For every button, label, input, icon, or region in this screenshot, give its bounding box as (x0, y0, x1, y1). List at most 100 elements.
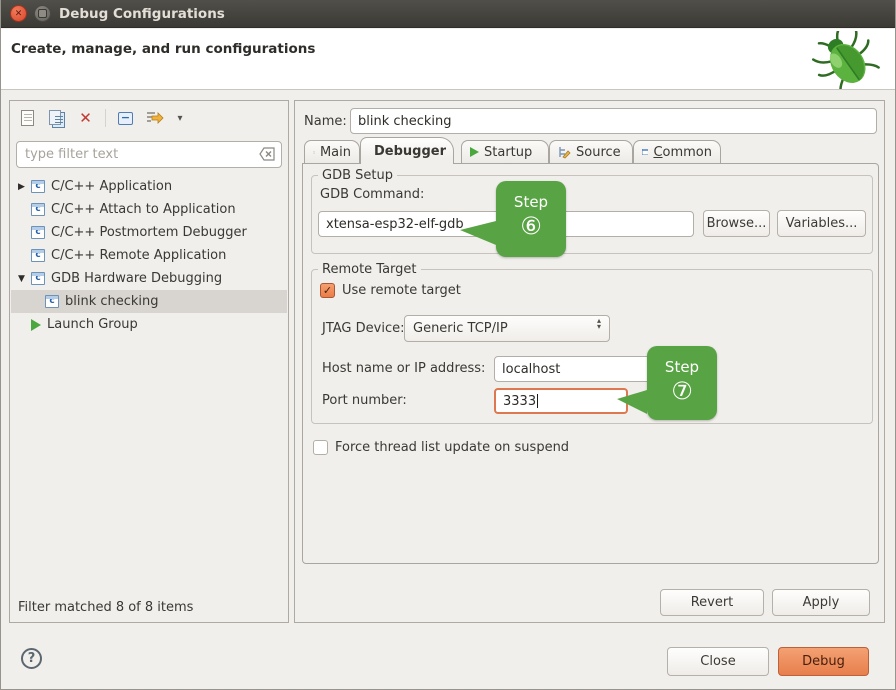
port-input[interactable]: 3333 (494, 388, 628, 414)
tree-item-label: C/C++ Application (51, 179, 172, 194)
launch-group-icon (31, 319, 41, 331)
configurations-panel: ✕ − ▾ ▶ c C/C++ Application (9, 100, 289, 623)
jtag-device-combo[interactable]: Generic TCP/IP ▴▾ (404, 315, 610, 342)
revert-button[interactable]: Revert (660, 589, 764, 616)
tree-item-cpp-attach[interactable]: c C/C++ Attach to Application (11, 198, 287, 221)
tree-item-label: Launch Group (47, 317, 138, 332)
source-tab-icon (558, 146, 571, 159)
gdb-setup-group: GDB Setup GDB Command: Browse... Variabl… (311, 168, 873, 254)
tree-item-blink-checking[interactable]: c blink checking (11, 290, 287, 313)
callout-step-number: ⑥ (496, 211, 566, 241)
tree-item-cpp-application[interactable]: ▶ c C/C++ Application (11, 175, 287, 198)
tab-label: Debugger (374, 144, 446, 159)
duplicate-icon (52, 112, 65, 128)
force-thread-checkbox[interactable] (313, 440, 328, 455)
window-maximize-button[interactable] (34, 5, 51, 22)
filter-match-status: Filter matched 8 of 8 items (18, 600, 193, 615)
debug-button[interactable]: Debug (778, 647, 869, 676)
twisty-expanded-icon[interactable]: ▼ (18, 274, 25, 284)
c-application-icon: c (31, 226, 45, 239)
chevron-down-icon: ▾ (177, 113, 182, 124)
port-label: Port number: (322, 393, 407, 408)
delete-configuration-button[interactable]: ✕ (76, 109, 95, 128)
jtag-device-label: JTAG Device: (322, 321, 404, 336)
tab-label: Source (576, 145, 621, 160)
tab-label: Common (653, 145, 712, 160)
delete-icon: ✕ (79, 111, 92, 126)
window-close-button[interactable]: ✕ (10, 5, 27, 22)
titlebar[interactable]: ✕ Debug Configurations (1, 0, 896, 28)
check-icon: ✓ (323, 284, 332, 297)
collapse-all-icon: − (118, 112, 133, 125)
host-input[interactable] (494, 356, 664, 382)
callout-arrow-left-icon (617, 390, 647, 414)
configuration-detail-panel: Name: Main Debugger Startup Source (294, 100, 885, 623)
main-tab-icon (313, 146, 315, 159)
callout-step-word: Step (647, 358, 717, 376)
close-icon: ✕ (15, 9, 23, 19)
apply-button[interactable]: Apply (772, 589, 870, 616)
host-label: Host name or IP address: (322, 361, 485, 376)
question-mark-icon: ? (28, 651, 36, 666)
help-button[interactable]: ? (21, 648, 42, 669)
gdb-command-label: GDB Command: (320, 187, 424, 202)
remote-target-group-label: Remote Target (318, 262, 421, 277)
close-button[interactable]: Close (667, 647, 769, 676)
filter-icon (146, 110, 164, 126)
tree-item-label: GDB Hardware Debugging (51, 271, 222, 286)
jtag-device-value: Generic TCP/IP (413, 321, 508, 336)
name-input[interactable] (350, 108, 877, 134)
tab-label: Startup (484, 145, 532, 160)
spinner-icon[interactable]: ▴▾ (597, 318, 601, 330)
tab-label: Main (320, 145, 351, 160)
variables-button[interactable]: Variables... (777, 210, 866, 237)
tab-main[interactable]: Main (304, 140, 360, 163)
collapse-all-button[interactable]: − (116, 109, 135, 128)
c-application-icon: c (31, 203, 45, 216)
c-application-icon: c (45, 295, 59, 308)
tree-item-label: blink checking (65, 294, 159, 309)
filter-configurations-button[interactable] (145, 109, 164, 128)
filter-input[interactable] (16, 141, 282, 168)
debugger-tab-content: GDB Setup GDB Command: Browse... Variabl… (302, 163, 879, 564)
new-configuration-button[interactable] (18, 109, 37, 128)
dialog-header: Create, manage, and run configurations (1, 29, 896, 90)
dialog-header-title: Create, manage, and run configurations (11, 41, 315, 57)
c-application-icon: c (31, 249, 45, 262)
c-application-icon: c (31, 180, 45, 193)
remote-target-group: Remote Target ✓ Use remote target JTAG D… (311, 262, 873, 424)
toolbar-menu-dropdown[interactable]: ▾ (174, 109, 186, 128)
tree-item-launch-group[interactable]: Launch Group (11, 313, 287, 336)
startup-play-icon (470, 147, 479, 157)
name-label: Name: (304, 114, 347, 129)
window-title: Debug Configurations (59, 0, 225, 28)
tree-item-cpp-remote[interactable]: c C/C++ Remote Application (11, 244, 287, 267)
toolbar-separator (105, 109, 106, 127)
common-tab-icon (642, 146, 648, 158)
tree-item-label: C/C++ Remote Application (51, 248, 226, 263)
debug-configurations-dialog: ✕ Debug Configurations Create, manage, a… (0, 0, 896, 690)
clear-filter-icon[interactable] (259, 147, 275, 161)
browse-button[interactable]: Browse... (703, 210, 770, 237)
force-thread-label: Force thread list update on suspend (335, 440, 569, 455)
new-document-icon (21, 110, 34, 126)
step-6-callout: Step ⑥ (496, 181, 566, 257)
c-application-icon: c (31, 272, 45, 285)
duplicate-configuration-button[interactable] (47, 109, 66, 128)
step-7-callout: Step ⑦ (647, 346, 717, 420)
tab-debugger[interactable]: Debugger (360, 137, 454, 164)
twisty-collapsed-icon[interactable]: ▶ (18, 182, 25, 192)
tab-source[interactable]: Source (549, 140, 633, 163)
tab-common[interactable]: Common (633, 140, 721, 163)
gdb-setup-group-label: GDB Setup (318, 168, 397, 183)
callout-step-word: Step (496, 193, 566, 211)
callout-step-number: ⑦ (647, 376, 717, 406)
use-remote-target-label: Use remote target (342, 283, 461, 298)
tree-item-label: C/C++ Postmortem Debugger (51, 225, 247, 240)
tree-item-cpp-postmortem[interactable]: c C/C++ Postmortem Debugger (11, 221, 287, 244)
tab-startup[interactable]: Startup (461, 140, 549, 163)
tree-item-gdb-hardware-debugging[interactable]: ▼ c GDB Hardware Debugging (11, 267, 287, 290)
bug-illustration-icon (807, 31, 885, 89)
tree-item-label: C/C++ Attach to Application (51, 202, 236, 217)
use-remote-target-checkbox[interactable]: ✓ (320, 283, 335, 298)
